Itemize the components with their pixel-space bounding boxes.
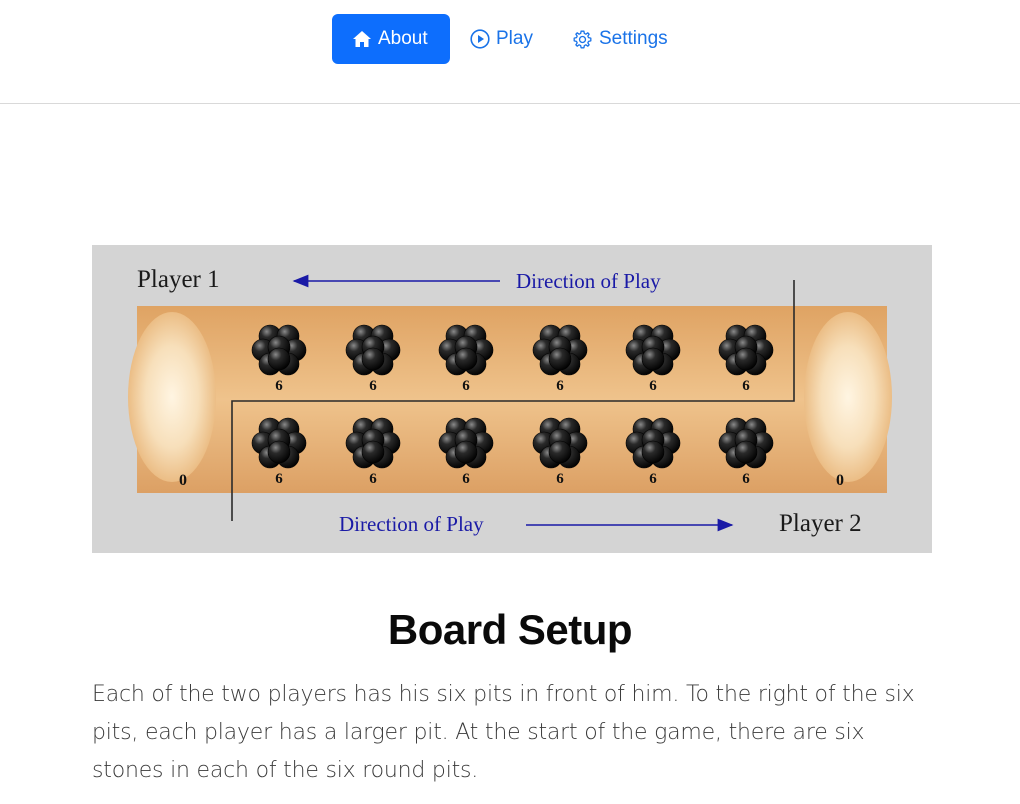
pit-count: 6 (275, 378, 283, 394)
top-navigation: About Play Settings (0, 0, 1020, 104)
pit-count: 6 (462, 471, 470, 487)
nav-settings-button[interactable]: Settings (572, 14, 668, 64)
pit-count: 6 (649, 471, 657, 487)
stone (734, 440, 758, 464)
pit-count: 6 (556, 378, 564, 394)
direction-top-label: Direction of Play (516, 269, 661, 293)
nav-settings-label: Settings (599, 28, 668, 49)
store-left-count: 0 (179, 472, 187, 489)
pit-count: 6 (462, 378, 470, 394)
pit-count: 6 (369, 378, 377, 394)
play-circle-icon (470, 29, 490, 49)
stone (267, 347, 291, 371)
pit-count: 6 (742, 378, 750, 394)
board-setup-figure: Player 1 Direction of Play Direction of … (92, 245, 932, 553)
stone (641, 347, 665, 371)
stone (361, 347, 385, 371)
pit-count: 6 (275, 471, 283, 487)
player-1-label: Player 1 (137, 266, 220, 293)
store-left (128, 312, 216, 482)
stone (734, 347, 758, 371)
stone (454, 347, 478, 371)
stone (454, 440, 478, 464)
gear-icon (572, 29, 593, 50)
nav-about-label: About (378, 28, 428, 49)
mancala-board (137, 306, 887, 493)
pit-count: 6 (369, 471, 377, 487)
stone (267, 440, 291, 464)
stone (548, 347, 572, 371)
direction-bottom-label: Direction of Play (339, 512, 484, 536)
section-title: Board Setup (387, 606, 633, 653)
stone (641, 440, 665, 464)
stone (361, 440, 385, 464)
nav-play-button[interactable]: Play (470, 14, 533, 64)
stone (548, 440, 572, 464)
player-2-label: Player 2 (779, 510, 862, 537)
nav-play-label: Play (496, 28, 533, 49)
pit-count: 6 (556, 471, 564, 487)
pit-count: 6 (649, 378, 657, 394)
store-right-count: 0 (836, 472, 844, 489)
home-icon (352, 30, 372, 48)
section-body-text: Each of the two players has his six pits… (92, 682, 915, 783)
pit-count: 6 (742, 471, 750, 487)
nav-about-button[interactable]: About (332, 14, 450, 64)
store-right (804, 312, 892, 482)
